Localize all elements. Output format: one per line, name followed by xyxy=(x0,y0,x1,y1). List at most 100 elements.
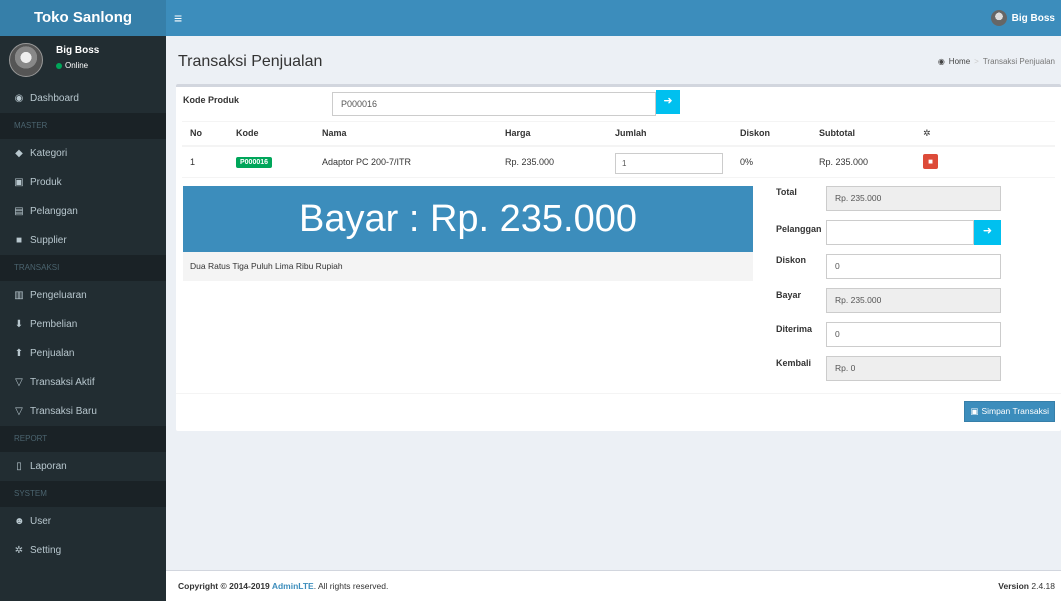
kode-produk-label: Kode Produk xyxy=(183,95,240,105)
breadcrumb-separator: > xyxy=(974,57,979,66)
user-status: Online xyxy=(56,61,88,70)
sidebar-item-transaksi-aktif[interactable]: ▽ Transaksi Aktif xyxy=(0,368,166,397)
cell-jumlah: 1 xyxy=(607,145,732,178)
tag-icon: ◆ xyxy=(15,148,23,159)
version-label: Version xyxy=(998,581,1029,591)
trash-icon: ■ xyxy=(928,157,933,167)
main-footer: Copyright © 2014-2019 AdminLTE. All righ… xyxy=(166,570,1061,601)
id-card-icon: ▤ xyxy=(14,206,24,217)
simpan-transaksi-button[interactable]: ▣ Simpan Transaksi xyxy=(964,401,1055,422)
dashboard-icon: ◉ xyxy=(14,93,24,104)
table-header-row: No Kode Nama Harga Jumlah Diskon Subtota… xyxy=(182,121,1055,147)
sidebar-menu: ◉ Dashboard MASTER ◆ Kategori ▣ Produk ▤ Pelangg… xyxy=(0,84,166,565)
user-name: Big Boss xyxy=(56,45,100,56)
truck-icon: ■ xyxy=(15,235,23,246)
sidebar-item-label: Transaksi Baru xyxy=(30,406,97,417)
cell-harga: Rp. 235.000 xyxy=(497,145,607,178)
diskon-label: Diskon xyxy=(776,255,807,265)
sidebar-item-transaksi-baru[interactable]: ▽ Transaksi Baru xyxy=(0,397,166,426)
total-field: Rp. 235.000 xyxy=(826,186,1001,211)
users-icon: ☻ xyxy=(14,516,25,527)
sidebar-item-supplier[interactable]: ■ Supplier xyxy=(0,226,166,255)
kembali-field: Rp. 0 xyxy=(826,356,1001,381)
save-icon: ▣ xyxy=(970,406,979,416)
bayar-display: Bayar : Rp. 235.000 xyxy=(183,186,753,252)
sidebar-item-pengeluaran[interactable]: ▥ Pengeluaran xyxy=(0,281,166,310)
diterima-input[interactable]: 0 xyxy=(826,322,1001,347)
user-avatar-small xyxy=(990,10,1007,26)
cubes-icon: ▣ xyxy=(14,177,24,188)
sidebar-item-label: Kategori xyxy=(30,148,68,159)
copyright-prefix: Copyright © 2014-2019 xyxy=(178,581,272,591)
quantity-input[interactable]: 1 xyxy=(615,153,723,175)
pelanggan-select-button[interactable]: ➜ xyxy=(974,220,1001,245)
terbilang-text: Dua Ratus Tiga Puluh Lima Ribu Rupiah xyxy=(183,252,753,281)
box-footer: ▣ Simpan Transaksi xyxy=(176,393,1061,431)
sidebar-item-label: Pembelian xyxy=(30,319,78,330)
sidebar-item-label: Supplier xyxy=(30,235,67,246)
transaction-box: Kode Produk P000016 ➜ No Kode Nama Harga… xyxy=(176,84,1061,431)
user-menu[interactable]: Big Boss xyxy=(990,0,1055,36)
col-harga: Harga xyxy=(497,121,607,147)
sidebar-item-label: Transaksi Aktif xyxy=(30,377,95,388)
diterima-label: Diterima xyxy=(776,324,813,334)
kode-badge: P000016 xyxy=(236,156,273,168)
menu-header-transaksi: TRANSAKSI xyxy=(0,255,166,281)
content-wrapper: Transaksi Penjualan ◉ Home > Transaksi P… xyxy=(166,36,1061,570)
col-actions: ✲ xyxy=(915,121,1055,147)
sidebar-item-laporan[interactable]: ▯ Laporan xyxy=(0,452,166,481)
total-label: Total xyxy=(776,187,797,197)
sidebar-item-label: Pelanggan xyxy=(30,206,78,217)
top-header: Toko Sanlong ≡ Big Boss xyxy=(0,0,1061,36)
sidebar-item-penjualan[interactable]: ⬆ Penjualan xyxy=(0,339,166,368)
bayar-label: Bayar xyxy=(776,290,802,300)
menu-header-master: MASTER xyxy=(0,113,166,139)
col-no: No xyxy=(182,121,228,147)
diskon-input[interactable]: 0 xyxy=(826,254,1001,279)
gear-icon: ✲ xyxy=(923,127,931,138)
sidebar-item-dashboard[interactable]: ◉ Dashboard xyxy=(0,84,166,113)
table-row: 1 P000016 Adaptor PC 200-7/ITR Rp. 235.0… xyxy=(182,145,1055,178)
kode-produk-input[interactable]: P000016 xyxy=(332,92,656,116)
kembali-label: Kembali xyxy=(776,358,812,368)
breadcrumb-active: Transaksi Penjualan xyxy=(982,57,1055,66)
copyright-brand-link[interactable]: AdminLTE xyxy=(272,581,314,591)
cart-icon: ▽ xyxy=(15,406,23,417)
simpan-label: Simpan Transaksi xyxy=(981,406,1049,416)
sidebar-item-produk[interactable]: ▣ Produk xyxy=(0,168,166,197)
sidebar-item-label: Dashboard xyxy=(30,93,79,104)
sidebar-item-setting[interactable]: ✲ Setting xyxy=(0,536,166,565)
col-nama: Nama xyxy=(314,121,497,147)
col-jumlah: Jumlah xyxy=(607,121,732,147)
home-icon: ◉ xyxy=(937,57,945,66)
online-status-icon xyxy=(56,62,62,69)
sidebar-item-label: Penjualan xyxy=(30,348,75,359)
sidebar-item-kategori[interactable]: ◆ Kategori xyxy=(0,139,166,168)
sidebar-item-label: User xyxy=(30,516,52,527)
sidebar-item-user[interactable]: ☻ User xyxy=(0,507,166,536)
app-logo[interactable]: Toko Sanlong xyxy=(0,0,166,36)
pelanggan-label: Pelanggan xyxy=(776,224,822,234)
sidebar-item-label: Laporan xyxy=(30,461,67,472)
col-kode: Kode xyxy=(228,121,314,147)
copyright: Copyright © 2014-2019 AdminLTE. All righ… xyxy=(178,581,388,591)
cell-subtotal: Rp. 235.000 xyxy=(811,145,915,178)
file-icon: ▯ xyxy=(16,461,22,472)
sidebar: Big Boss Online ◉ Dashboard MASTER ◆ Kategor… xyxy=(0,36,166,601)
cell-diskon: 0% xyxy=(732,145,811,178)
user-panel: Big Boss Online xyxy=(0,36,166,84)
sidebar-item-pelanggan[interactable]: ▤ Pelanggan xyxy=(0,197,166,226)
cell-kode: P000016 xyxy=(228,145,314,178)
navbar: ≡ Big Boss xyxy=(166,0,1061,36)
sidebar-toggle-icon[interactable]: ≡ xyxy=(174,9,188,27)
breadcrumb-home[interactable]: Home xyxy=(949,57,970,66)
kode-produk-submit-button[interactable]: ➜ xyxy=(656,90,680,114)
download-icon: ⬇ xyxy=(14,319,24,330)
menu-header-report: REPORT xyxy=(0,426,166,452)
sidebar-item-pembelian[interactable]: ⬇ Pembelian xyxy=(0,310,166,339)
pelanggan-input[interactable] xyxy=(826,220,974,245)
delete-item-button[interactable]: ■ xyxy=(923,154,938,170)
user-avatar xyxy=(9,43,43,77)
version-value: 2.4.18 xyxy=(1031,581,1055,591)
user-status-label: Online xyxy=(65,61,89,70)
